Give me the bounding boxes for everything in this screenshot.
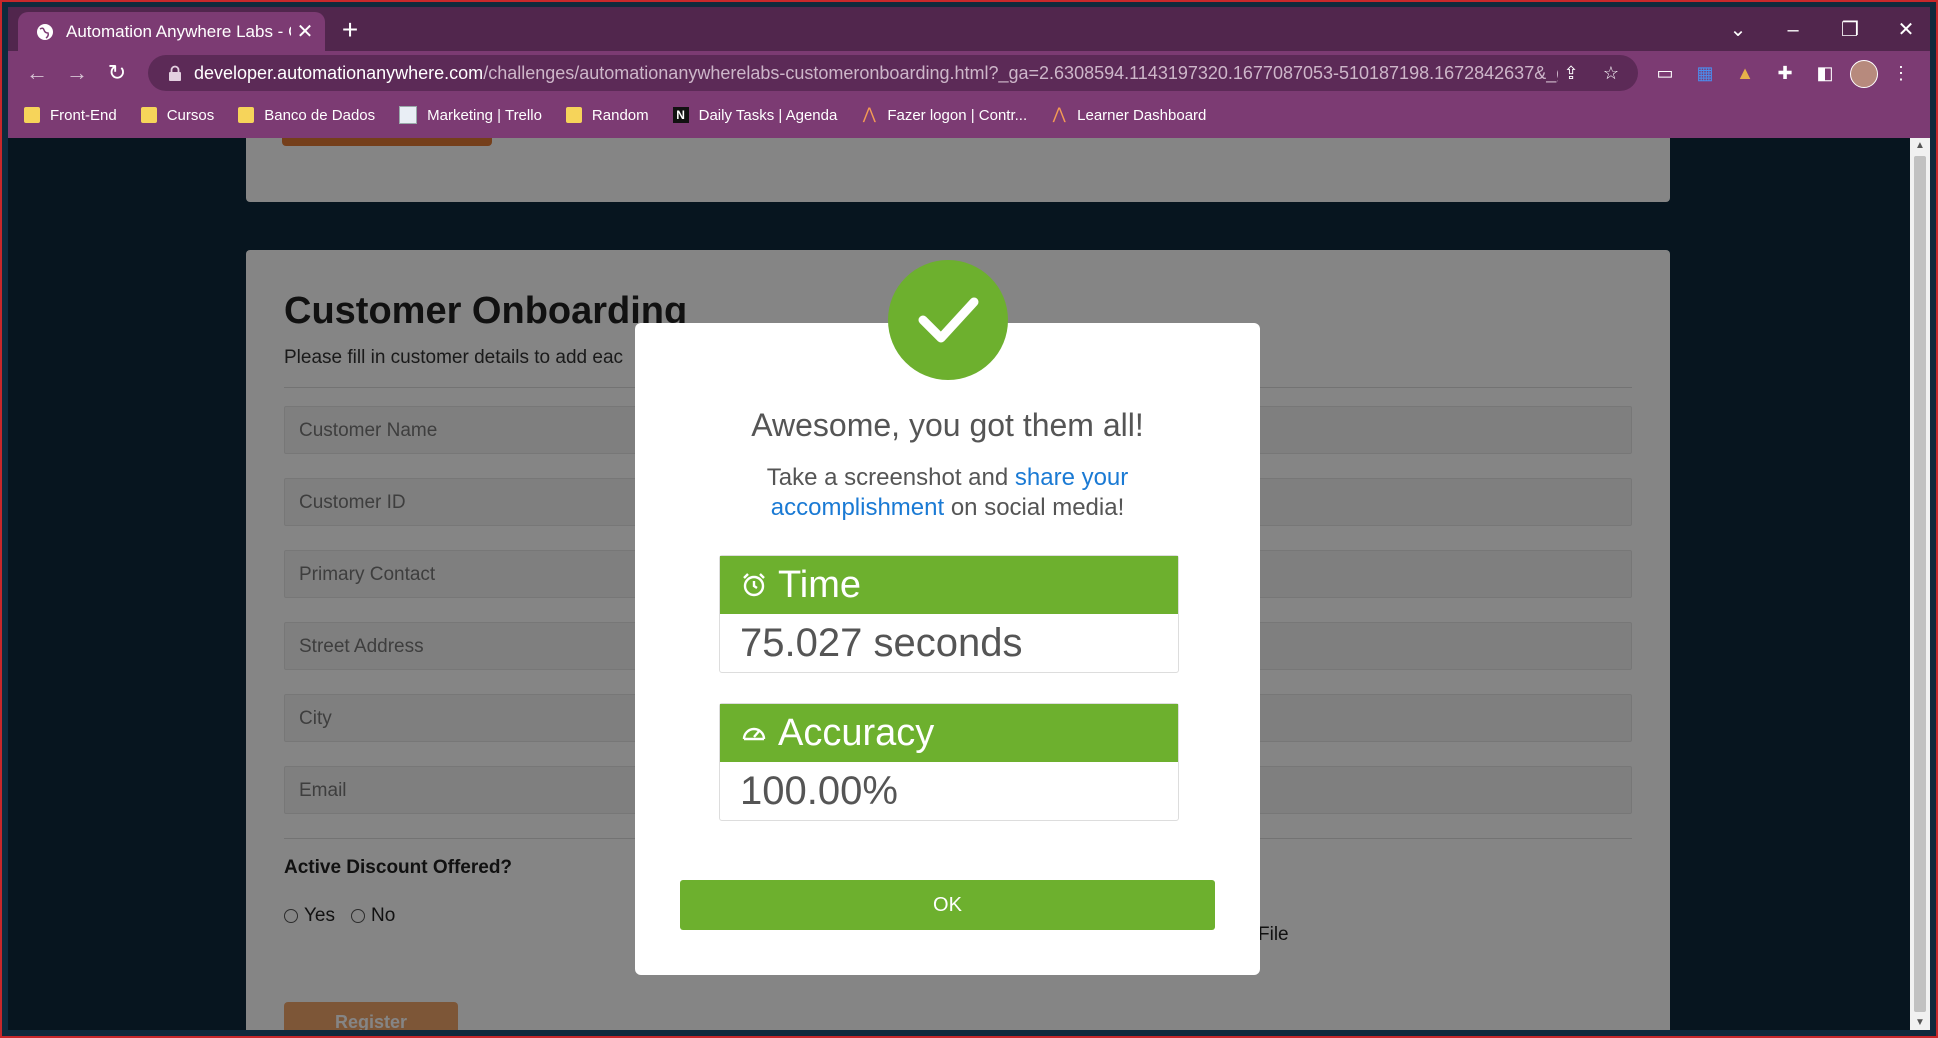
automation-anywhere-icon: ⋀ (1052, 106, 1066, 123)
page-scrollbar[interactable]: ▲ ▼ (1910, 138, 1930, 1030)
bookmark-label: Banco de Dados (264, 106, 376, 124)
accuracy-value: 100.00% (740, 769, 898, 813)
bookmark-fazer-logon[interactable]: ⋀ Fazer logon | Contr... (861, 107, 1027, 124)
reload-button[interactable]: ↻ (101, 57, 133, 89)
message-prefix: Take a screenshot and (766, 464, 1015, 491)
scroll-down-icon[interactable]: ▼ (1910, 1017, 1930, 1028)
minimize-button[interactable]: – (1768, 14, 1818, 46)
profile-avatar[interactable] (1850, 60, 1878, 88)
notion-icon: N (672, 107, 689, 123)
url-path: /challenges/automationanywherelabs-custo… (483, 62, 1558, 83)
bookmark-label: Daily Tasks | Agenda (698, 106, 838, 124)
folder-icon (565, 107, 582, 123)
bookmark-random[interactable]: Random (565, 106, 649, 124)
cast-icon[interactable]: ▭ (1652, 60, 1678, 86)
time-header: Time (720, 556, 1178, 614)
bookmark-front-end[interactable]: Front-End (24, 107, 117, 124)
extensions-puzzle-icon[interactable]: ✚ (1772, 60, 1798, 86)
folder-icon (140, 107, 157, 123)
accuracy-header: Accuracy (720, 704, 1178, 762)
calendar-extension-icon[interactable]: ▦ (1692, 60, 1718, 86)
forward-button[interactable]: → (61, 57, 93, 89)
tab-search-icon[interactable]: ⌄ (1713, 14, 1763, 46)
bookmark-cursos[interactable]: Cursos (140, 106, 215, 124)
modal-heading: Awesome, you got them all! (751, 407, 1144, 443)
share-icon[interactable]: ⇪ (1558, 60, 1584, 86)
accuracy-label: Accuracy (778, 711, 935, 754)
bookmark-marketing-trello[interactable]: Marketing | Trello (399, 106, 542, 124)
automation-anywhere-extension-icon[interactable]: ▲ (1732, 60, 1758, 86)
tab-title: Automation Anywhere Labs - Cus (66, 21, 291, 41)
automation-anywhere-icon: ⋀ (862, 106, 876, 123)
bookmark-label: Marketing | Trello (427, 106, 542, 124)
browser-tab[interactable]: Automation Anywhere Labs - Cus ✕ (18, 12, 325, 51)
folder-icon (238, 107, 255, 123)
speedometer-icon (742, 727, 766, 741)
time-panel: Time 75.027 seconds (719, 555, 1179, 673)
bookmark-banco-de-dados[interactable]: Banco de Dados (238, 107, 375, 124)
success-check-icon (888, 260, 1008, 380)
tab-strip: Automation Anywhere Labs - Cus ✕ + ⌄ – ❐… (8, 7, 1930, 51)
back-button[interactable]: ← (21, 57, 53, 89)
success-modal: Awesome, you got them all! Take a screen… (635, 323, 1260, 975)
trello-icon (399, 106, 418, 124)
folder-icon (24, 107, 40, 123)
bookmark-star-icon[interactable]: ☆ (1598, 60, 1624, 86)
ok-button[interactable]: OK (680, 880, 1215, 930)
time-label: Time (778, 563, 862, 606)
time-value: 75.027 seconds (740, 621, 1023, 665)
scroll-up-icon[interactable]: ▲ (1910, 140, 1930, 151)
accuracy-panel: Accuracy 100.00% (719, 703, 1179, 821)
bookmark-label: Cursos (166, 106, 215, 124)
message-suffix: on social media! (944, 494, 1125, 521)
url-host: developer.automationanywhere.com (194, 62, 484, 83)
close-tab-icon[interactable]: ✕ (291, 19, 319, 44)
bookmark-label: Learner Dashboard (1077, 106, 1207, 124)
browser-toolbar: ← → ↻ developer.automationanywhere.com /… (8, 51, 1930, 95)
address-bar[interactable]: developer.automationanywhere.com /challe… (148, 55, 1638, 91)
more-menu-icon[interactable]: ⋮ (1888, 60, 1914, 86)
modal-message: Take a screenshot and share your accompl… (735, 463, 1160, 523)
bookmark-label: Random (591, 106, 649, 124)
browser-chrome: Automation Anywhere Labs - Cus ✕ + ⌄ – ❐… (8, 7, 1930, 138)
globe-icon (37, 23, 53, 40)
bookmark-daily-tasks[interactable]: N Daily Tasks | Agenda (672, 106, 838, 124)
bookmark-learner-dashboard[interactable]: ⋀ Learner Dashboard (1051, 106, 1207, 124)
lock-icon (169, 65, 181, 81)
bookmarks-bar: Front-End Cursos Banco de Dados Marketin… (8, 97, 1930, 133)
bookmark-label: Fazer logon | Contr... (887, 106, 1028, 124)
alarm-clock-icon (743, 573, 765, 597)
new-tab-button[interactable]: + (334, 14, 366, 46)
side-panel-icon[interactable]: ◧ (1812, 60, 1838, 86)
bookmark-label: Front-End (50, 106, 117, 124)
scrollbar-thumb[interactable] (1914, 156, 1926, 1012)
restore-button[interactable]: ❐ (1825, 14, 1875, 46)
close-window-button[interactable]: ✕ (1881, 14, 1931, 46)
